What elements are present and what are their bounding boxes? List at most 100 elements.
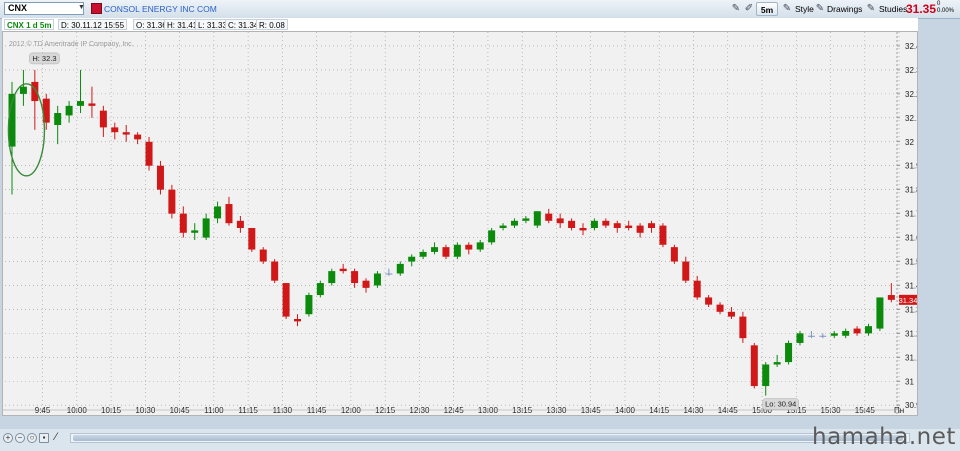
drawing-tool-icon[interactable]: ⁄ xyxy=(51,432,61,443)
bar-date: D: 30.11.12 15:55 xyxy=(58,19,128,30)
y-tick-label: 31 xyxy=(905,377,914,386)
last-price-label: 31.34 xyxy=(899,296,917,305)
x-tick-label: 10:30 xyxy=(135,406,156,415)
candle-body xyxy=(865,326,872,334)
candle-body xyxy=(373,273,381,286)
y-tick-label: 31.6 xyxy=(905,234,917,243)
candle-body xyxy=(65,105,73,116)
percent-change: 0.00% xyxy=(937,8,955,14)
x-tick-label: 10:15 xyxy=(101,406,122,415)
candle-body xyxy=(499,225,507,228)
x-tick-label: 11:00 xyxy=(204,406,224,415)
y-tick-label: 30.9 xyxy=(905,401,917,410)
candle-body xyxy=(648,223,656,228)
high-label: H: 32.3 xyxy=(32,54,56,63)
candle-body xyxy=(351,271,359,284)
x-tick-label: 15:30 xyxy=(821,406,842,415)
candle-body xyxy=(842,330,850,336)
change-readout: 0 0.00% xyxy=(937,1,954,15)
candle-body xyxy=(385,273,393,275)
chart-title[interactable]: CNX 1 d 5m xyxy=(4,19,55,30)
candle-body xyxy=(179,213,187,233)
candle-body xyxy=(533,211,541,226)
zoom-in-icon[interactable]: + xyxy=(3,433,13,443)
x-tick-label: 11:45 xyxy=(307,406,327,415)
candle-body xyxy=(111,127,119,133)
x-tick-label: 9:45 xyxy=(35,406,51,415)
y-tick-label: 32.1 xyxy=(905,114,917,123)
symbol-input[interactable] xyxy=(4,2,84,15)
candle-body xyxy=(590,220,598,228)
candle-body xyxy=(419,251,427,257)
candle-body xyxy=(750,345,758,387)
x-tick-label: 12:45 xyxy=(444,406,465,415)
candle-body xyxy=(876,297,884,329)
x-tick-label: 11:30 xyxy=(273,406,293,415)
candle-body xyxy=(408,256,416,262)
copyright-text: 2012 © TD Ameritrade IP Company, Inc. xyxy=(9,40,134,48)
candle-body xyxy=(568,220,576,228)
candle-body xyxy=(54,113,62,126)
candle-body xyxy=(328,271,336,284)
company-flag-icon xyxy=(91,3,102,14)
candle-body xyxy=(488,230,496,243)
chevron-down-icon[interactable]: ▼ xyxy=(78,4,85,11)
candle-body xyxy=(602,220,610,226)
drawings-button[interactable]: Drawings xyxy=(824,2,865,16)
watermark: hamaha.net xyxy=(812,424,956,450)
y-tick-label: 32 xyxy=(905,138,914,147)
candle-body xyxy=(134,134,142,140)
x-tick-label: 14:15 xyxy=(649,406,670,415)
candle-body xyxy=(282,283,290,317)
net-change: 0 xyxy=(937,1,941,7)
x-tick-label: 15:45 xyxy=(855,406,876,415)
candle-body xyxy=(316,283,324,296)
candle-body xyxy=(556,218,564,224)
pencil-icon[interactable]: ✐ xyxy=(743,3,755,15)
y-tick-label: 31.7 xyxy=(905,210,917,219)
candle-body xyxy=(762,364,770,387)
candle-body xyxy=(830,333,838,336)
candle-body xyxy=(156,165,164,190)
candle-body xyxy=(807,335,815,337)
y-tick-label: 32.3 xyxy=(905,66,917,75)
x-tick-label: Пн xyxy=(894,406,904,415)
candle-body xyxy=(625,225,633,228)
candle-body xyxy=(636,225,644,233)
bar-range: R: 0.08 xyxy=(256,19,288,30)
scrollbar-thumb[interactable] xyxy=(73,435,903,441)
x-tick-label: 10:45 xyxy=(170,406,191,415)
pan-icon[interactable]: ▪ xyxy=(39,433,49,443)
magnifier-icon[interactable]: ○ xyxy=(27,433,37,443)
x-tick-label: 14:00 xyxy=(615,406,636,415)
candle-body xyxy=(853,328,861,334)
candle-body xyxy=(545,213,553,221)
x-tick-label: 12:15 xyxy=(375,406,396,415)
toolbar: ▼ CONSOL ENERGY INC COM ✎ ✐ 5m ✎ Style ✎… xyxy=(0,0,960,19)
candle-body xyxy=(693,280,701,298)
x-tick-label: 12:30 xyxy=(409,406,430,415)
x-tick-label: 13:00 xyxy=(478,406,499,415)
x-tick-label: 14:45 xyxy=(718,406,739,415)
zoom-out-icon[interactable]: − xyxy=(15,433,25,443)
candle-body xyxy=(362,280,370,288)
time-scrollbar[interactable] xyxy=(70,433,910,443)
y-tick-label: 32.4 xyxy=(905,42,917,51)
y-tick-label: 31.4 xyxy=(905,281,917,290)
x-tick-label: 13:30 xyxy=(546,406,567,415)
y-tick-label: 31.1 xyxy=(905,353,917,362)
candle-body xyxy=(739,316,747,339)
candle-body xyxy=(613,223,621,228)
candle-body xyxy=(248,227,256,250)
wrench-icon[interactable]: ✎ xyxy=(730,3,742,15)
timeframe-button[interactable]: 5m xyxy=(756,2,778,16)
candle-body xyxy=(225,204,233,224)
candlestick-chart[interactable]: 30.9 31 31.1 31.2 31.3 31.4 31.5 31.6 31.7 31.8 31… xyxy=(3,32,917,415)
candle-body xyxy=(236,220,244,228)
company-name[interactable]: CONSOL ENERGY INC COM xyxy=(104,3,217,15)
info-bar: CNX 1 d 5m D: 30.11.12 15:55 O: 31.36 H:… xyxy=(2,18,918,32)
chart-plot-area[interactable]: 30.9 31 31.1 31.2 31.3 31.4 31.5 31.6 31.7 31.8 31… xyxy=(2,31,918,416)
candle-body xyxy=(259,249,267,262)
x-tick-label: 11:15 xyxy=(238,406,258,415)
candle-body xyxy=(510,220,518,226)
